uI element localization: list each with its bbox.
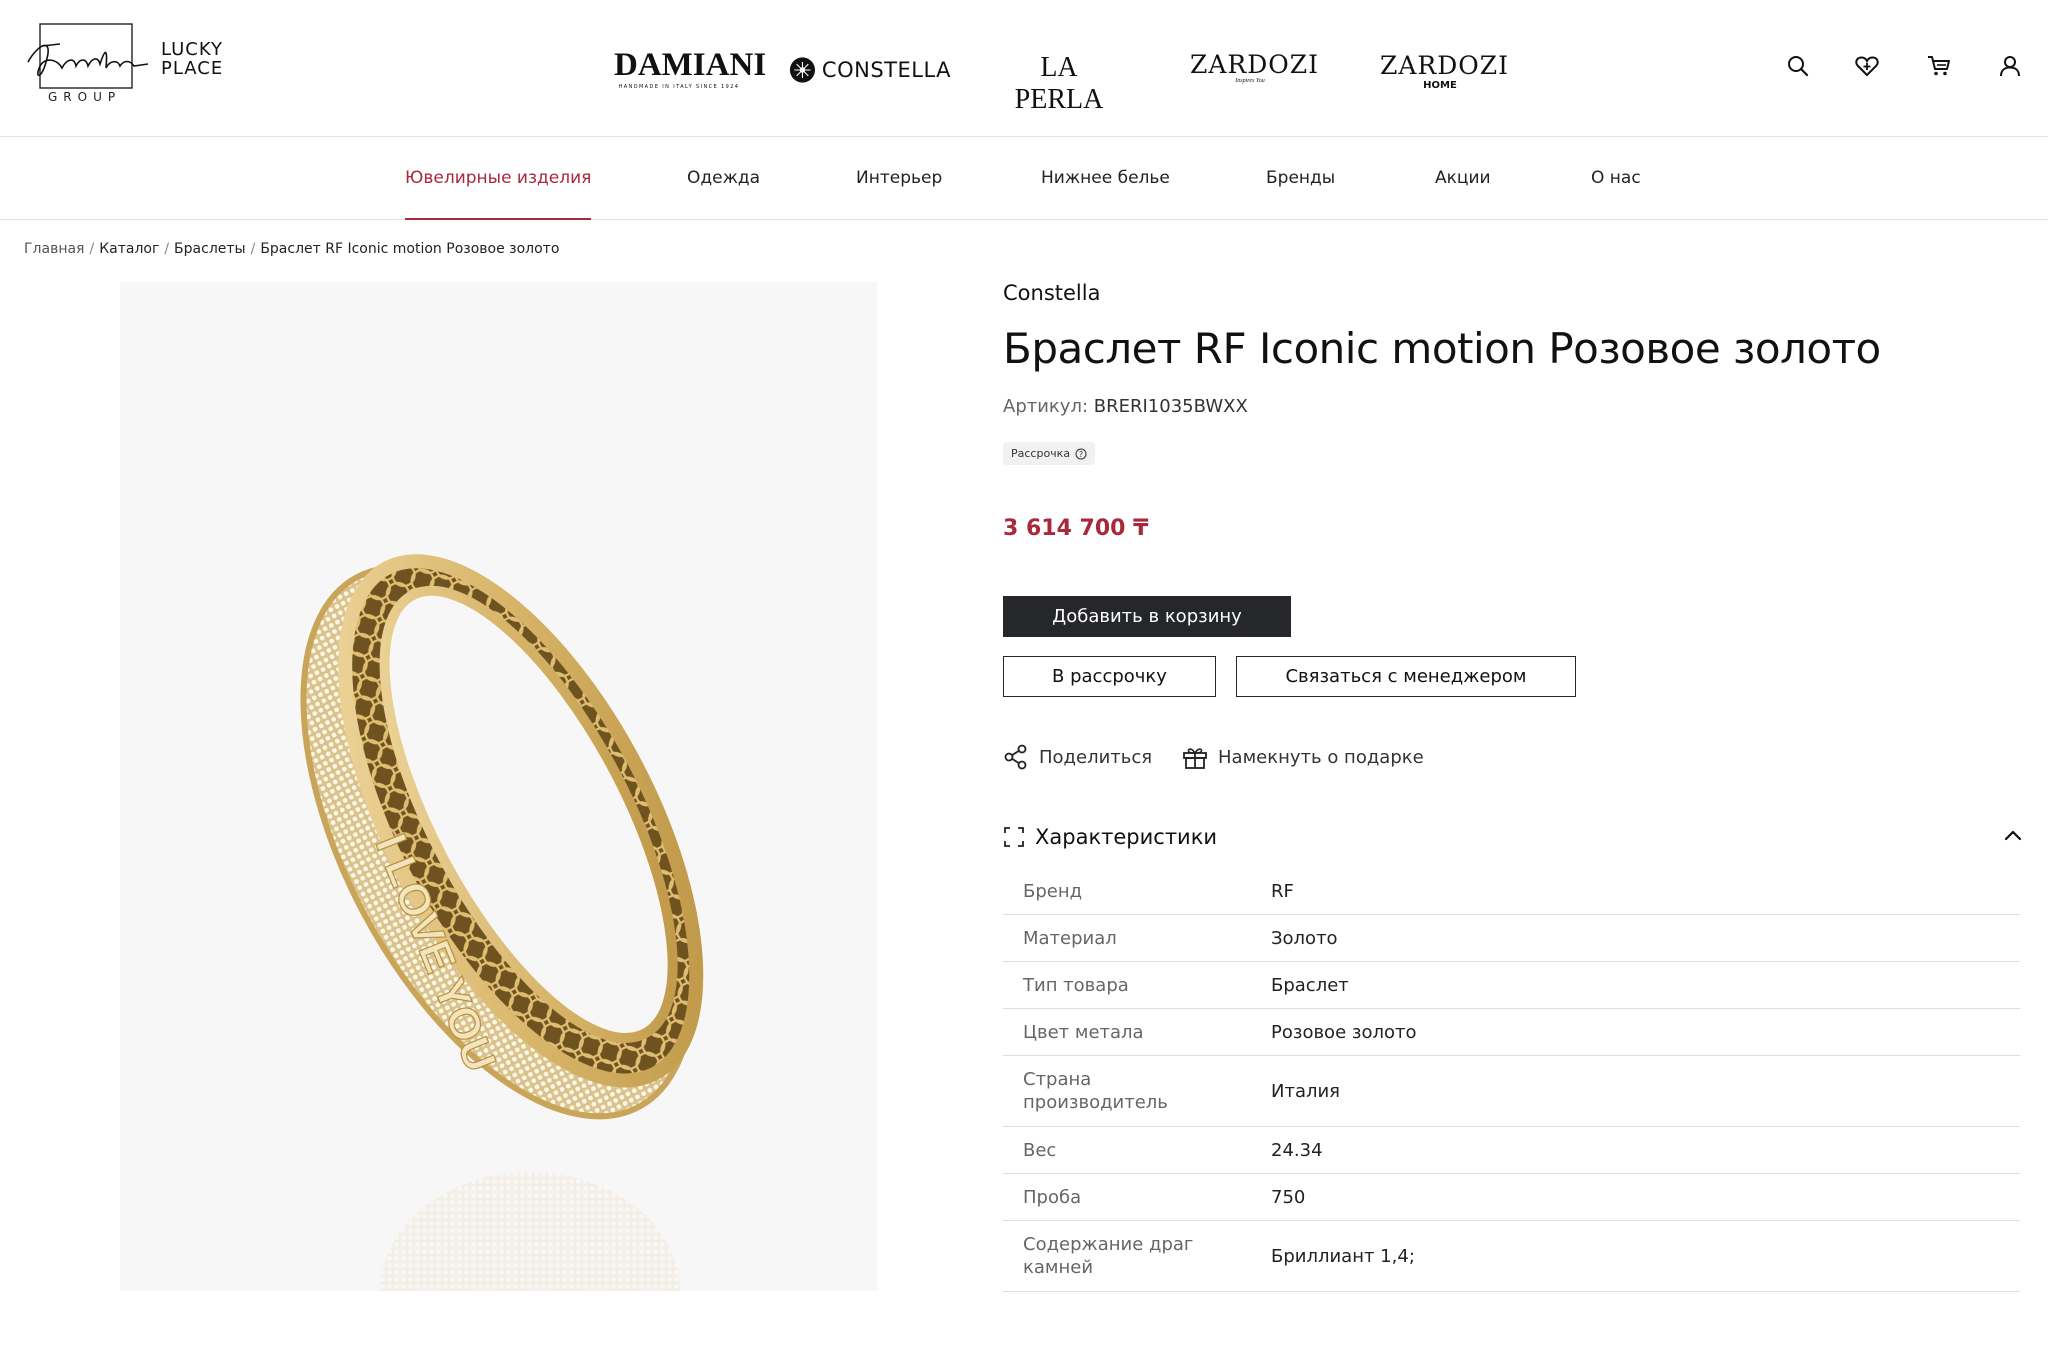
zardozi-home-tagline: HOME xyxy=(1423,80,1457,91)
share-icon xyxy=(1004,744,1027,770)
constella-name: CONSTELLA xyxy=(821,58,951,82)
brand-logos: DAMIANI HANDMADE IN ITALY SINCE 1924 CON… xyxy=(0,0,2048,137)
specs-title: Характеристики xyxy=(1035,825,1218,849)
expand-corners-icon xyxy=(1004,827,1024,847)
spec-value: RF xyxy=(1271,880,1294,902)
spec-row: Материал Золото xyxy=(1003,915,2020,962)
damiani-tagline: HANDMADE IN ITALY SINCE 1924 xyxy=(618,84,740,90)
installment-badge-label: Рассрочка xyxy=(1011,447,1071,460)
breadcrumb-current: Браслет RF Iconic motion Розовое золото xyxy=(260,241,560,257)
zardozi-home-name: ZARDOZI xyxy=(1380,51,1510,80)
la-perla-name: LA PERLA xyxy=(1014,52,1104,115)
spec-key: Цвет метала xyxy=(1023,1021,1144,1043)
spec-row: Проба 750 xyxy=(1003,1174,2020,1221)
sku-label: Артикул: xyxy=(1003,396,1089,417)
nav-item-interior[interactable]: Интерьер xyxy=(856,137,942,220)
gift-icon xyxy=(1183,748,1207,769)
spec-row: Вес 24.34 xyxy=(1003,1127,2020,1174)
nav-item-lingerie[interactable]: Нижнее белье xyxy=(1041,137,1170,220)
breadcrumb: Главная / Каталог / Браслеты / Браслет RF Icon… xyxy=(24,241,559,257)
nav-item-brands[interactable]: Бренды xyxy=(1266,137,1335,220)
spec-row: Бренд RF xyxy=(1003,868,2020,915)
constella-star-icon xyxy=(789,57,816,83)
main-nav: Ювелирные изделия Одежда Интерьер Нижнее… xyxy=(0,137,2048,220)
bracelet-image: I LOVE YOU xyxy=(120,554,877,1291)
brand-logo-zardozi-home[interactable]: ZARDOZI HOME xyxy=(1380,51,1510,92)
nav-item-clothing[interactable]: Одежда xyxy=(687,137,760,220)
help-icon: ? xyxy=(1075,448,1087,459)
spec-value: Золото xyxy=(1271,927,1338,949)
chevron-up-icon[interactable] xyxy=(2003,826,2023,846)
spec-value: Розовое золото xyxy=(1271,1021,1417,1043)
spec-key: Бренд xyxy=(1023,880,1083,902)
spec-key: Проба xyxy=(1023,1186,1082,1208)
brand-logo-constella[interactable]: CONSTELLA xyxy=(789,55,951,85)
gift-hint-label: Намекнуть о подарке xyxy=(1218,746,1424,768)
breadcrumb-catalog[interactable]: Каталог xyxy=(99,241,159,257)
product-price: 3 614 700 ₸ xyxy=(1003,516,1149,541)
add-to-cart-button[interactable]: Добавить в корзину xyxy=(1003,596,1291,637)
spec-value: Италия xyxy=(1271,1080,1341,1102)
site-header: GROUP LUCKY PLACE DAMIANI HANDMADE IN IT… xyxy=(0,0,2048,137)
spec-row: Страна производитель Италия xyxy=(1003,1056,2020,1127)
search-icon[interactable] xyxy=(1784,52,1812,80)
breadcrumb-home[interactable]: Главная xyxy=(24,241,84,257)
spec-key: Вес xyxy=(1023,1139,1057,1161)
spec-row: Тип товара Браслет xyxy=(1003,962,2020,1009)
installment-badge[interactable]: Рассрочка ? xyxy=(1003,442,1096,465)
contact-manager-button[interactable]: Связаться с менеджером xyxy=(1236,656,1576,697)
damiani-name: DAMIANI xyxy=(614,47,767,83)
breadcrumb-separator: / xyxy=(250,241,256,257)
gift-hint-link[interactable]: Намекнуть о подарке xyxy=(1182,744,1424,770)
svg-text:?: ? xyxy=(1079,450,1083,459)
spec-value: Браслет xyxy=(1271,974,1349,996)
nav-item-about[interactable]: О нас xyxy=(1591,137,1641,220)
installment-button[interactable]: В рассрочку xyxy=(1003,656,1216,697)
zardozi-name: ZARDOZI xyxy=(1190,50,1320,79)
cart-icon[interactable] xyxy=(1925,52,1953,80)
specs-table: Бренд RF Материал Золото Тип товара Брас… xyxy=(1003,868,2020,1292)
nav-item-promotions[interactable]: Акции xyxy=(1435,137,1491,220)
breadcrumb-bracelets[interactable]: Браслеты xyxy=(174,241,246,257)
share-label: Поделиться xyxy=(1039,746,1153,768)
spec-row: Содержание драг камней Бриллиант 1,4; xyxy=(1003,1221,2020,1292)
spec-value: 24.34 xyxy=(1271,1139,1323,1161)
spec-key: Содержание драг камней xyxy=(1023,1234,1194,1278)
product-title: Браслет RF Iconic motion Розовое золото xyxy=(1003,324,1881,373)
product-image[interactable]: I LOVE YOU xyxy=(120,282,877,1291)
brand-logo-la-perla[interactable]: LA PERLA xyxy=(994,52,1124,116)
nav-item-jewelry[interactable]: Ювелирные изделия xyxy=(405,137,592,220)
brand-logo-damiani[interactable]: DAMIANI HANDMADE IN ITALY SINCE 1924 xyxy=(614,47,767,90)
account-icon[interactable] xyxy=(1996,52,2024,80)
sku-value: BRERI1035BWXX xyxy=(1093,396,1248,417)
breadcrumb-separator: / xyxy=(164,241,170,257)
spec-row: Цвет метала Розовое золото xyxy=(1003,1009,2020,1056)
share-link[interactable]: Поделиться xyxy=(1003,744,1152,770)
specs-accordion-header[interactable]: Характеристики xyxy=(1003,818,2023,856)
spec-key: Тип товара xyxy=(1023,974,1129,996)
breadcrumb-separator: / xyxy=(89,241,95,257)
spec-key: Страна производитель xyxy=(1023,1069,1168,1113)
brand-logo-zardozi[interactable]: ZARDOZI Inspires You xyxy=(1190,50,1320,85)
spec-value: 750 xyxy=(1271,1186,1306,1208)
spec-key: Материал xyxy=(1023,927,1117,949)
product-brand[interactable]: Constella xyxy=(1003,281,1100,305)
product-sku: Артикул: BRERI1035BWXX xyxy=(1003,396,1248,417)
favorites-icon[interactable] xyxy=(1853,52,1881,80)
spec-value: Бриллиант 1,4; xyxy=(1271,1245,1415,1267)
